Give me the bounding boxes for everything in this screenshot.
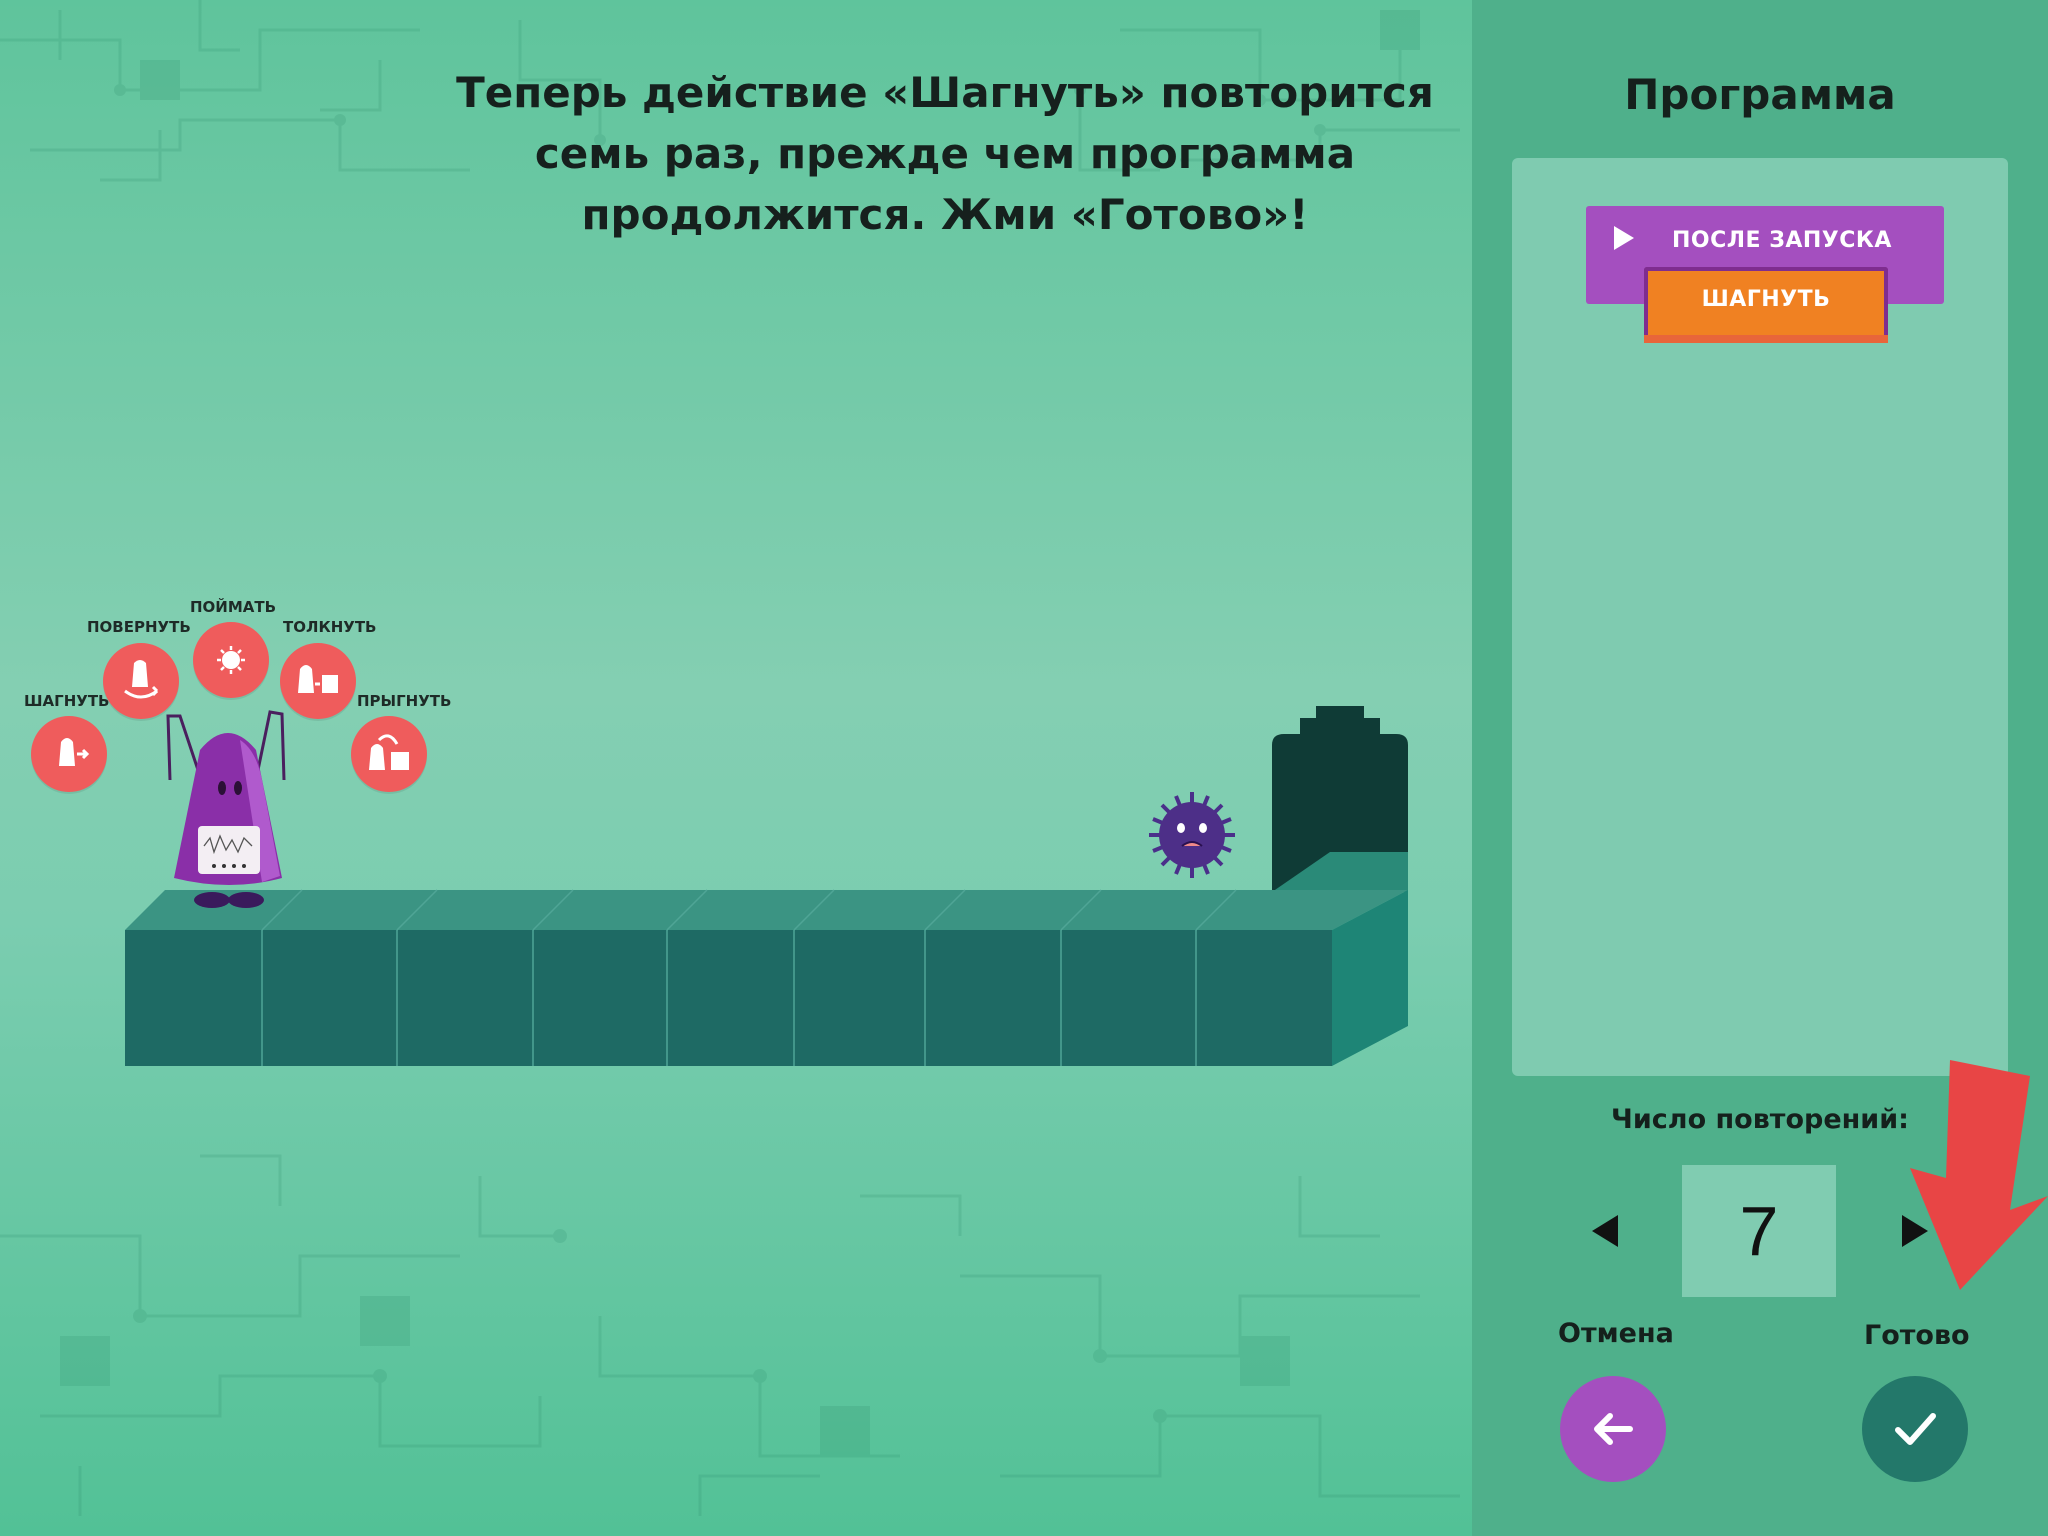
path-front xyxy=(125,930,1332,1066)
checkmark-icon xyxy=(1895,1413,1936,1445)
when-run-label: ПОСЛЕ ЗАПУСКА xyxy=(1672,228,1892,253)
game-stage: Теперь действие «Шагнуть» повторится сем… xyxy=(0,0,1472,1536)
circuit-pattern-bottom xyxy=(0,1154,1460,1516)
step-block[interactable]: ШАГНУТЬ xyxy=(1644,267,1888,343)
robot-character xyxy=(166,710,286,908)
program-area[interactable]: ПОСЛЕ ЗАПУСКА ШАГНУТЬ xyxy=(1512,158,2008,1076)
decrement-arrow-icon[interactable] xyxy=(1588,1211,1628,1251)
cancel-label: Отмена xyxy=(1558,1318,1674,1349)
program-panel: Программа ПОСЛЕ ЗАПУСКА ШАГНУТЬ Число по… xyxy=(1472,0,2048,1536)
play-icon xyxy=(1614,226,1634,250)
panel-title: Программа xyxy=(1624,70,1896,119)
done-label: Готово xyxy=(1864,1320,1970,1351)
arrow-left-icon xyxy=(1594,1413,1633,1445)
goal-gate xyxy=(1272,706,1408,892)
step-block-label: ШАГНУТЬ xyxy=(1701,287,1831,312)
hint-arrow-icon xyxy=(1910,1060,2048,1290)
cancel-button[interactable] xyxy=(1560,1376,1666,1482)
done-button[interactable] xyxy=(1862,1376,1968,1482)
repeat-count-value[interactable]: 7 xyxy=(1682,1165,1836,1297)
spiky-enemy xyxy=(1149,792,1235,878)
when-run-block[interactable]: ПОСЛЕ ЗАПУСКА ШАГНУТЬ xyxy=(1586,206,1944,343)
game-board xyxy=(125,706,1408,1066)
